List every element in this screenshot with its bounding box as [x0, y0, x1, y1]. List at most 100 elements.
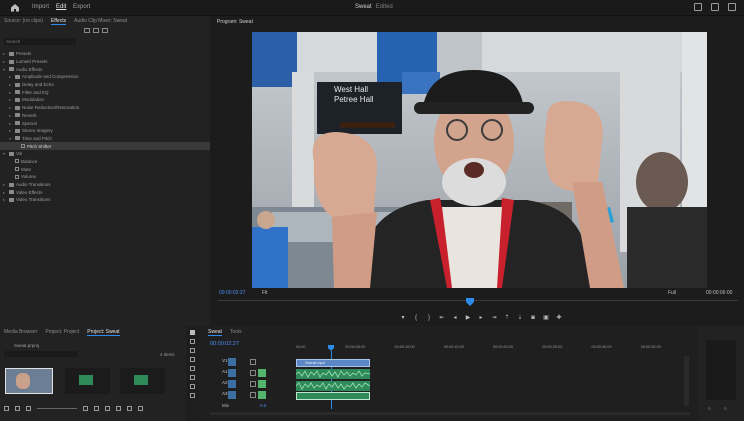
effects-tree-item[interactable]: ▾ Time and Pitch — [0, 135, 210, 143]
track-header[interactable]: A2 — [208, 380, 294, 390]
mark-in-icon[interactable]: { — [413, 315, 419, 321]
track-target-toggle[interactable] — [228, 391, 236, 399]
effects-tree-item[interactable]: ▾ Audio Effects — [0, 65, 210, 73]
track-target-toggle[interactable] — [228, 358, 236, 366]
chevron-down-icon[interactable]: ▾ — [3, 67, 7, 72]
program-monitor-title[interactable]: Program: Sweat — [217, 19, 253, 25]
pen-icon[interactable] — [4, 405, 9, 411]
chevron-right-icon[interactable]: ▸ — [9, 128, 13, 133]
effects-tree-item[interactable]: ▸ Video Transitions — [0, 196, 210, 204]
effects-tree-item[interactable]: ▸ Presets — [0, 50, 210, 58]
audio-clip-a2[interactable] — [296, 381, 370, 391]
export-frame-icon[interactable]: ◙ — [530, 315, 536, 321]
pen-tool-icon[interactable] — [189, 375, 195, 380]
chevron-right-icon[interactable]: ▸ — [3, 51, 7, 56]
lift-icon[interactable]: ⇡ — [504, 315, 510, 321]
workspace-import[interactable]: Import — [32, 4, 49, 10]
program-timecode[interactable]: 00:00:02:27 — [219, 290, 245, 296]
clip-thumbnail-audio-1[interactable] — [65, 368, 110, 394]
chevron-right-icon[interactable]: ▸ — [9, 105, 13, 110]
tab-timeline-tools[interactable]: Tools — [230, 329, 242, 335]
chevron-down-icon[interactable]: ▾ — [9, 136, 13, 141]
effects-tree-item[interactable]: Pitch Shifter — [0, 142, 210, 150]
type-tool-icon[interactable] — [189, 393, 195, 398]
chevron-right-icon[interactable]: ▸ — [9, 90, 13, 95]
tab-source[interactable]: Source: (no clips) — [4, 18, 43, 24]
tab-timeline-sweat[interactable]: Sweat — [208, 329, 222, 336]
effects-tree-item[interactable]: ▸ Delay and Echo — [0, 81, 210, 89]
timeline-timecode[interactable]: 00:00:02:27 — [210, 341, 239, 347]
playback-resolution-select[interactable]: Full — [668, 290, 676, 296]
effects-tree-item[interactable]: ▸ Stereo Imagery — [0, 127, 210, 135]
track-target-toggle[interactable] — [228, 369, 236, 377]
ripple-edit-tool-icon[interactable] — [189, 348, 195, 353]
extract-icon[interactable]: ⇣ — [517, 315, 523, 321]
effects-tree-item[interactable]: ▸ Modulation — [0, 96, 210, 104]
thumbnail-size-slider[interactable] — [37, 407, 77, 409]
chevron-right-icon[interactable]: ▸ — [9, 74, 13, 79]
chevron-right-icon[interactable]: ▸ — [3, 182, 7, 187]
workspace-export[interactable]: Export — [73, 4, 90, 10]
icon-view-icon[interactable] — [26, 405, 31, 411]
workspaces-icon[interactable] — [694, 3, 702, 11]
track-target-toggle[interactable] — [228, 380, 236, 388]
effects-tree-item[interactable]: ▾ Vol — [0, 150, 210, 158]
workspace-edit[interactable]: Edit — [56, 4, 66, 10]
tab-audio-clip-mixer[interactable]: Audio Clip Mixer: Sweat — [74, 18, 127, 24]
solo-button[interactable]: S — [708, 406, 711, 411]
automate-icon[interactable] — [94, 405, 99, 411]
audio-clip-a3[interactable] — [296, 392, 370, 400]
program-scrub-bar[interactable] — [218, 300, 738, 301]
timeline-horizontal-scrollbar[interactable] — [210, 412, 690, 415]
project-search-input[interactable] — [4, 351, 78, 357]
list-view-icon[interactable] — [15, 405, 20, 411]
effects-tree-item[interactable]: ▸ Reverb — [0, 112, 210, 120]
chevron-right-icon[interactable]: ▸ — [3, 59, 7, 64]
step-forward-icon[interactable]: ▸ — [478, 315, 484, 321]
timeline-ruler[interactable]: 00:00 00:00:05:00 00:00:10:00 00:00:15:00 00… — [296, 345, 690, 353]
tab-effects[interactable]: Effects — [50, 18, 67, 25]
go-to-in-icon[interactable]: ⇤ — [439, 315, 445, 321]
mute-button[interactable] — [250, 359, 256, 365]
audio-clip-a1[interactable] — [296, 369, 370, 379]
mark-out-icon[interactable]: } — [426, 315, 432, 321]
effects-tree-item[interactable]: ▸ Filter and EQ — [0, 88, 210, 96]
solo-button[interactable] — [258, 369, 266, 377]
mute-button[interactable] — [250, 392, 256, 398]
slip-tool-icon[interactable] — [189, 366, 195, 371]
comparison-view-icon[interactable]: ▣ — [543, 315, 549, 321]
chevron-right-icon[interactable]: ▸ — [9, 82, 13, 87]
solo-button-2[interactable]: S — [724, 406, 727, 411]
effects-tree-item[interactable]: Volume — [0, 173, 210, 181]
selection-tool-icon[interactable] — [189, 330, 195, 335]
home-icon[interactable] — [10, 3, 20, 12]
chevron-right-icon[interactable]: ▸ — [9, 113, 13, 118]
hand-tool-icon[interactable] — [189, 384, 195, 389]
effects-tree-item[interactable]: ▸ Amplitude and Compression — [0, 73, 210, 81]
effects-search-input[interactable]: Search — [4, 38, 76, 45]
sort-icon[interactable] — [83, 405, 88, 411]
chevron-down-icon[interactable]: ▾ — [3, 151, 7, 156]
playhead-icon[interactable] — [466, 298, 474, 306]
video-clip[interactable]: Sweat.mp4 — [296, 359, 370, 367]
trash-icon[interactable] — [138, 405, 143, 411]
program-video-frame[interactable]: West Hall Petree Hall — [252, 32, 707, 288]
chevron-right-icon[interactable]: ▸ — [3, 197, 7, 202]
track-select-tool-icon[interactable] — [189, 339, 195, 344]
chevron-right-icon[interactable]: ▸ — [9, 97, 13, 102]
step-back-icon[interactable]: ◂ — [452, 315, 458, 321]
find-icon[interactable] — [105, 405, 110, 411]
effects-tree-item[interactable]: ▸ Noise Reduction/Restoration — [0, 104, 210, 112]
add-marker-icon[interactable]: ▾ — [400, 315, 406, 321]
new-item-icon[interactable] — [127, 405, 132, 411]
fullscreen-icon[interactable] — [728, 3, 736, 11]
solo-button[interactable] — [258, 391, 266, 399]
mute-button[interactable] — [250, 370, 256, 376]
solo-button[interactable] — [258, 358, 266, 366]
chevron-right-icon[interactable]: ▸ — [3, 190, 7, 195]
clip-thumbnail-video[interactable] — [5, 368, 53, 394]
clip-thumbnail-audio-2[interactable] — [120, 368, 165, 394]
chevron-right-icon[interactable]: ▸ — [9, 121, 13, 126]
timeline-vertical-scrollbar[interactable] — [684, 356, 689, 406]
effects-tree-item[interactable]: Mute — [0, 165, 210, 173]
